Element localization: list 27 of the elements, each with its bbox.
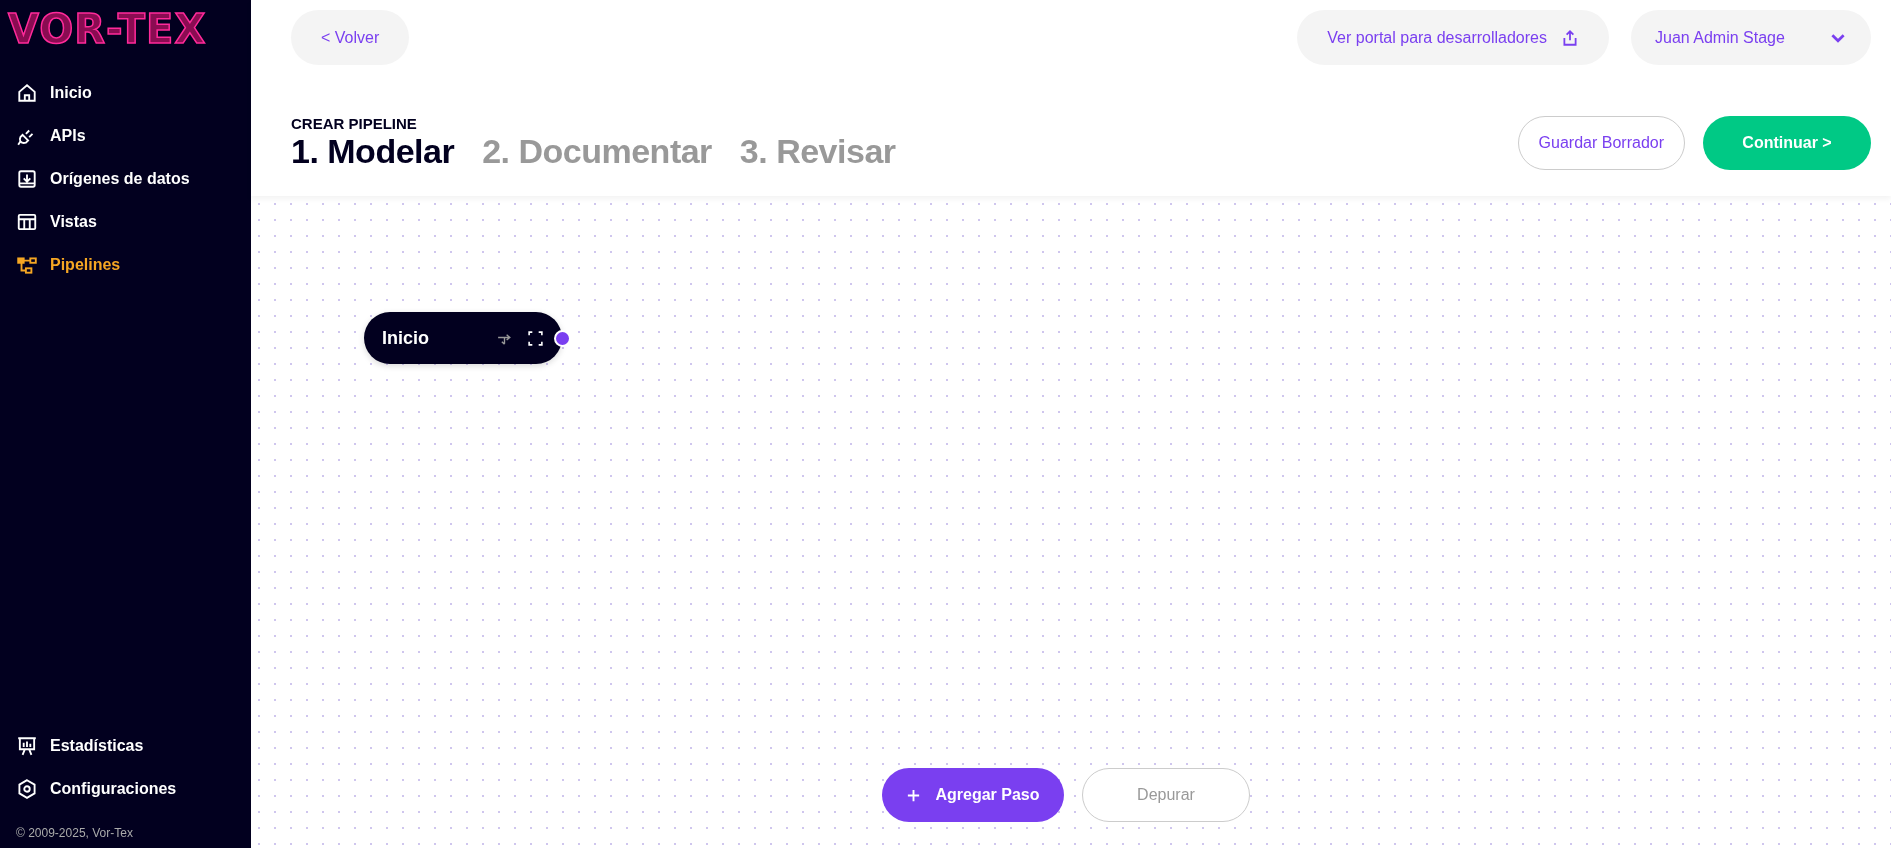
pipeline-icon	[16, 254, 38, 276]
chart-board-icon	[16, 735, 38, 757]
download-icon	[16, 168, 38, 190]
sidebar-item[interactable]: Estadísticas	[16, 733, 144, 759]
developer-portal-button[interactable]: Ver portal para desarrolladores	[1297, 10, 1609, 65]
table-icon	[16, 211, 38, 233]
plus-icon	[906, 787, 922, 803]
add-step-button[interactable]: Agregar Paso	[882, 768, 1064, 822]
back-button[interactable]: < Volver	[291, 10, 410, 65]
sidebar-item[interactable]: Configuraciones	[16, 776, 177, 802]
page-eyebrow: CREAR PIPELINE	[291, 115, 418, 132]
logo-text: VOR-TEX	[8, 6, 207, 52]
home-icon	[16, 82, 38, 104]
sidebar-item[interactable]: APIs	[16, 123, 86, 149]
step-tab[interactable]: 1. Modelar	[291, 132, 455, 171]
settings-icon	[16, 778, 38, 800]
share-icon	[1561, 28, 1579, 47]
fullscreen-icon[interactable]	[527, 329, 544, 347]
sidebar-item[interactable]: Orígenes de datos	[16, 166, 190, 192]
sidebar-item[interactable]: Inicio	[16, 80, 92, 106]
sidebar-item[interactable]: Pipelines	[16, 252, 121, 278]
save-draft-button[interactable]: Guardar Borrador	[1517, 116, 1685, 170]
sidebar-item[interactable]: Vistas	[16, 209, 97, 235]
pipeline-node[interactable]: Inicio	[364, 312, 562, 364]
user-menu-button[interactable]: Juan Admin Stage	[1631, 10, 1871, 65]
copyright-text: © 2009-2025, Vor-Tex	[16, 826, 134, 840]
node-title: Inicio	[382, 327, 430, 349]
